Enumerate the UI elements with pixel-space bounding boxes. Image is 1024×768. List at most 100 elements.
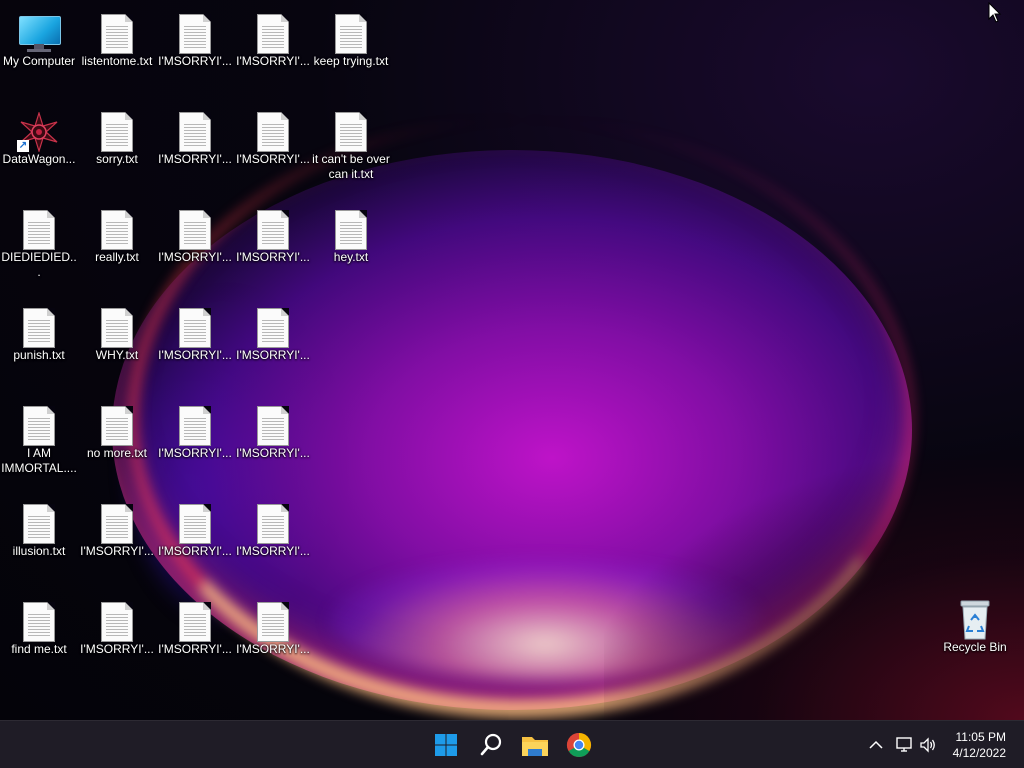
desktop-icon-label: find me.txt — [11, 642, 67, 656]
desktop-icon-label: I'MSORRYI'... — [158, 642, 232, 656]
desktop-icon-label: hey.txt — [333, 250, 369, 264]
text-file-icon — [23, 406, 55, 446]
text-file-icon — [179, 112, 211, 152]
desktop-icon-label: illusion.txt — [12, 544, 66, 558]
desktop-icon-txt[interactable]: find me.txt — [0, 592, 78, 686]
text-file-icon — [101, 112, 133, 152]
desktop-icon-label: I'MSORRYI'... — [80, 642, 154, 656]
text-file-icon — [179, 14, 211, 54]
text-file-icon — [179, 504, 211, 544]
desktop-icon-label: I'MSORRYI'... — [236, 152, 310, 166]
desktop-icon-label: keep trying.txt — [313, 54, 389, 68]
text-file-icon — [101, 602, 133, 642]
chrome-icon — [566, 733, 592, 758]
start-button[interactable] — [430, 729, 462, 761]
desktop-icon-label: I'MSORRYI'... — [158, 54, 232, 68]
desktop-icon-txt[interactable]: I'MSORRYI'... — [234, 396, 312, 490]
desktop-icon-txt[interactable]: I'MSORRYI'... — [78, 592, 156, 686]
desktop-icon-label: I'MSORRYI'... — [236, 544, 310, 558]
desktop-icon-txt[interactable]: I'MSORRYI'... — [156, 102, 234, 196]
text-file-icon — [23, 504, 55, 544]
desktop-icon-txt[interactable]: I'MSORRYI'... — [234, 4, 312, 98]
text-file-icon — [179, 210, 211, 250]
volume-button[interactable] — [918, 735, 938, 755]
desktop-icon-label: listentome.txt — [81, 54, 153, 68]
desktop-icon-txt[interactable]: I'MSORRYI'... — [78, 494, 156, 588]
desktop-icon-label: My Computer — [2, 54, 76, 68]
text-file-icon — [257, 14, 289, 54]
text-file-icon — [257, 406, 289, 446]
text-file-icon — [101, 14, 133, 54]
desktop-icon-txt[interactable]: I'MSORRYI'... — [156, 494, 234, 588]
desktop-icon-txt[interactable]: illusion.txt — [0, 494, 78, 588]
clock-time: 11:05 PM — [955, 730, 1006, 744]
desktop-icon-txt[interactable]: I'MSORRYI'... — [156, 200, 234, 294]
chevron-up-icon — [869, 740, 883, 749]
desktop-icon-txt[interactable]: it can't be over can it.txt — [312, 102, 390, 196]
search-icon — [480, 733, 502, 756]
text-file-icon — [257, 602, 289, 642]
desktop-icon-txt[interactable]: no more.txt — [78, 396, 156, 490]
desktop-icon-txt[interactable]: I'MSORRYI'... — [156, 592, 234, 686]
desktop-icon-txt[interactable]: really.txt — [78, 200, 156, 294]
text-file-icon — [257, 504, 289, 544]
desktop-icon-txt[interactable]: DIEDIEDIED... — [0, 200, 78, 294]
desktop-icon-txt[interactable]: hey.txt — [312, 200, 390, 294]
desktop-icon-txt[interactable]: I AM IMMORTAL.... — [0, 396, 78, 490]
show-hidden-icons-button[interactable] — [866, 735, 886, 755]
desktop-icon-txt[interactable]: I'MSORRYI'... — [234, 102, 312, 196]
desktop-icon-txt[interactable]: WHY.txt — [78, 298, 156, 392]
windows-logo-icon — [435, 734, 457, 756]
desktop-icon-txt[interactable]: keep trying.txt — [312, 4, 390, 98]
app-shortcut-icon: ↗ — [17, 112, 58, 152]
shortcut-arrow-icon: ↗ — [17, 140, 29, 152]
search-button[interactable] — [475, 729, 507, 761]
text-file-icon — [179, 406, 211, 446]
wallpaper-orb-glow — [330, 560, 760, 680]
desktop-icon-label: I'MSORRYI'... — [158, 348, 232, 362]
desktop-icon-txt[interactable]: sorry.txt — [78, 102, 156, 196]
desktop-icon-label: I'MSORRYI'... — [158, 544, 232, 558]
text-file-icon — [101, 504, 133, 544]
desktop-icon-label: I'MSORRYI'... — [236, 446, 310, 460]
desktop-icon-txt[interactable]: I'MSORRYI'... — [156, 298, 234, 392]
text-file-icon — [101, 210, 133, 250]
mouse-cursor-icon — [988, 2, 1002, 23]
recycle-bin-icon — [958, 598, 990, 640]
desktop-icon-txt[interactable]: I'MSORRYI'... — [234, 298, 312, 392]
text-file-icon — [335, 112, 367, 152]
network-button[interactable] — [894, 735, 914, 755]
text-file-icon — [179, 308, 211, 348]
desktop-icon-label: DIEDIEDIED... — [1, 250, 77, 279]
desktop-icon-txt[interactable]: listentome.txt — [78, 4, 156, 98]
desktop-icon-label: it can't be over can it.txt — [312, 152, 390, 181]
desktop-icon-txt[interactable]: I'MSORRYI'... — [156, 4, 234, 98]
monitor-icon — [19, 14, 61, 54]
desktop-icon-txt[interactable]: I'MSORRYI'... — [234, 200, 312, 294]
recycle-bin-label: Recycle Bin — [943, 640, 1007, 654]
text-file-icon — [335, 210, 367, 250]
desktop-icon-label: I'MSORRYI'... — [158, 446, 232, 460]
desktop-icon-label: I AM IMMORTAL.... — [1, 446, 77, 475]
desktop-icon-label: I'MSORRYI'... — [236, 642, 310, 656]
system-clock[interactable]: 11:05 PM 4/12/2022 — [936, 729, 1006, 761]
desktop-icon-computer[interactable]: My Computer — [0, 4, 78, 98]
recycle-bin[interactable]: Recycle Bin — [936, 590, 1014, 684]
desktop-icon-label: I'MSORRYI'... — [236, 348, 310, 362]
desktop-icon-txt[interactable]: I'MSORRYI'... — [234, 592, 312, 686]
network-icon — [896, 737, 912, 752]
desktop-icon-shortcut[interactable]: ↗ DataWagon... — [0, 102, 78, 196]
chrome-button[interactable] — [563, 729, 595, 761]
text-file-icon — [23, 308, 55, 348]
taskbar: 11:05 PM 4/12/2022 — [0, 720, 1024, 768]
desktop-icon-label: I'MSORRYI'... — [236, 250, 310, 264]
desktop-icon-txt[interactable]: punish.txt — [0, 298, 78, 392]
text-file-icon — [101, 406, 133, 446]
desktop-icon-txt[interactable]: I'MSORRYI'... — [234, 494, 312, 588]
desktop-icon-label: no more.txt — [86, 446, 148, 460]
desktop-icon-label: I'MSORRYI'... — [158, 250, 232, 264]
desktop-icon-label: punish.txt — [13, 348, 65, 362]
text-file-icon — [257, 308, 289, 348]
desktop-icon-txt[interactable]: I'MSORRYI'... — [156, 396, 234, 490]
file-explorer-button[interactable] — [519, 729, 551, 761]
